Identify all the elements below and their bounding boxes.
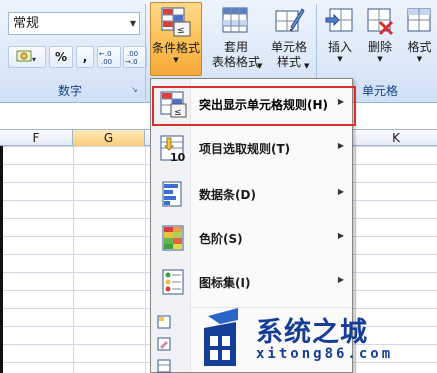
grid-line — [145, 146, 146, 373]
svg-text:.00: .00 — [101, 58, 112, 66]
accounting-format-button[interactable]: ▾ — [8, 46, 46, 68]
svg-text:←.0: ←.0 — [99, 50, 112, 58]
grid-line — [73, 146, 74, 373]
number-format-value: 常规 — [13, 16, 40, 31]
watermark-brand: 系统之城 — [256, 317, 368, 348]
menu-item-color-scales[interactable]: 色阶(S) ▶ — [153, 219, 350, 257]
menu-item-label: 色阶(S) — [199, 232, 243, 246]
dropdown-arrow-icon: ▼ — [337, 55, 343, 63]
svg-text:≤: ≤ — [177, 26, 185, 36]
number-group-label: 数字 — [40, 82, 100, 99]
insert-button[interactable]: 插入 ▼ — [320, 2, 360, 76]
format-as-table-button[interactable]: 套用 表格格式 — [208, 2, 264, 76]
manage-rules-icon[interactable] — [157, 359, 171, 373]
increase-decimal-icon: ←.0 .00 — [99, 50, 112, 66]
insert-cells-icon — [324, 5, 356, 37]
delete-button[interactable]: 删除 ▼ — [362, 2, 398, 76]
delete-label: 删除 — [367, 40, 392, 54]
menu-item-data-bars[interactable]: 数据条(D) ▶ — [153, 175, 350, 213]
insert-label: 插入 — [327, 40, 352, 54]
format-cells-icon — [404, 5, 436, 37]
menu-item-label: 突出显示单元格规则(H) — [199, 98, 329, 112]
percent-style-button[interactable]: % — [49, 46, 73, 68]
svg-text:.00: .00 — [127, 50, 138, 58]
svg-text:▾: ▾ — [32, 55, 36, 64]
format-as-table-label: 套用 表格格式 — [211, 40, 260, 69]
group-separator — [145, 4, 146, 100]
dropdown-arrow-icon: ▼ — [416, 55, 423, 63]
conditional-formatting-button[interactable]: ≤ 条件格式 ▼ — [150, 2, 202, 76]
delete-cells-icon — [364, 5, 396, 37]
watermark: 系统之城 xitong86.com — [198, 306, 430, 370]
format-label: 格式 — [407, 40, 432, 54]
watermark-site: xitong86.com — [256, 346, 394, 362]
number-group-title: 数字 — [57, 84, 82, 98]
highlight-rules-icon: ≤ — [159, 90, 187, 118]
menu-item-icon-sets[interactable]: 图标集(I) ▶ — [153, 263, 350, 301]
dialog-launcher-icon[interactable]: ↘ — [131, 85, 138, 94]
decrease-decimal-icon: .00 →.0 — [125, 50, 138, 66]
percent-label: % — [54, 50, 68, 64]
watermark-logo-icon — [204, 308, 238, 366]
submenu-arrow-icon: ▶ — [337, 97, 344, 106]
menu-item-label: 数据条(D) — [199, 188, 256, 202]
menu-item-label: 项目选取规则(T) — [199, 142, 291, 156]
svg-text:→.0: →.0 — [125, 58, 138, 66]
submenu-arrow-icon: ▶ — [337, 231, 344, 240]
data-bars-icon — [159, 180, 187, 208]
cells-group-label: 单元格 — [361, 84, 398, 98]
comma-label: , — [82, 50, 88, 64]
top-bottom-rules-icon: 10 — [159, 134, 187, 164]
new-rule-icon[interactable] — [157, 315, 171, 329]
conditional-formatting-label: 条件格式 — [151, 41, 200, 55]
format-button[interactable]: 格式 ▼ — [402, 2, 437, 76]
svg-text:≤: ≤ — [174, 108, 182, 118]
submenu-arrow-icon: ▶ — [337, 187, 344, 196]
cell-styles-icon — [273, 5, 305, 37]
currency-icon: ▾ — [16, 50, 36, 64]
clear-rules-icon[interactable] — [157, 337, 171, 351]
submenu-arrow-icon: ▶ — [337, 141, 344, 150]
column-header-g[interactable]: G — [73, 130, 145, 146]
icon-sets-icon — [159, 268, 187, 296]
comma-style-button[interactable]: , — [76, 46, 94, 68]
menu-item-highlight-cells-rules[interactable]: ≤ 突出显示单元格规则(H) ▶ — [153, 85, 350, 123]
column-header-f[interactable]: F — [0, 130, 73, 146]
dropdown-arrow-icon: ▼ — [377, 55, 383, 63]
conditional-formatting-icon: ≤ — [160, 6, 192, 38]
dropdown-arrow-icon: ▼ — [173, 56, 179, 64]
svg-text:10: 10 — [170, 151, 186, 162]
decrease-decimal-button[interactable]: .00 →.0 — [123, 46, 147, 68]
column-header-k[interactable]: K — [355, 130, 437, 146]
menu-item-top-bottom-rules[interactable]: 10 项目选取规则(T) ▶ — [153, 129, 350, 167]
chevron-down-icon: ▼ — [257, 62, 263, 70]
number-format-combo[interactable]: 常规 ▼ — [8, 12, 140, 35]
increase-decimal-button[interactable]: ←.0 .00 — [97, 46, 121, 68]
chevron-down-icon[interactable]: ▼ — [130, 13, 136, 34]
menu-item-label: 图标集(I) — [199, 276, 251, 290]
color-scales-icon — [159, 224, 187, 252]
submenu-arrow-icon: ▶ — [337, 275, 344, 284]
table-format-icon — [220, 5, 252, 37]
chevron-down-icon: ▼ — [304, 62, 310, 70]
selection-border — [0, 146, 3, 373]
